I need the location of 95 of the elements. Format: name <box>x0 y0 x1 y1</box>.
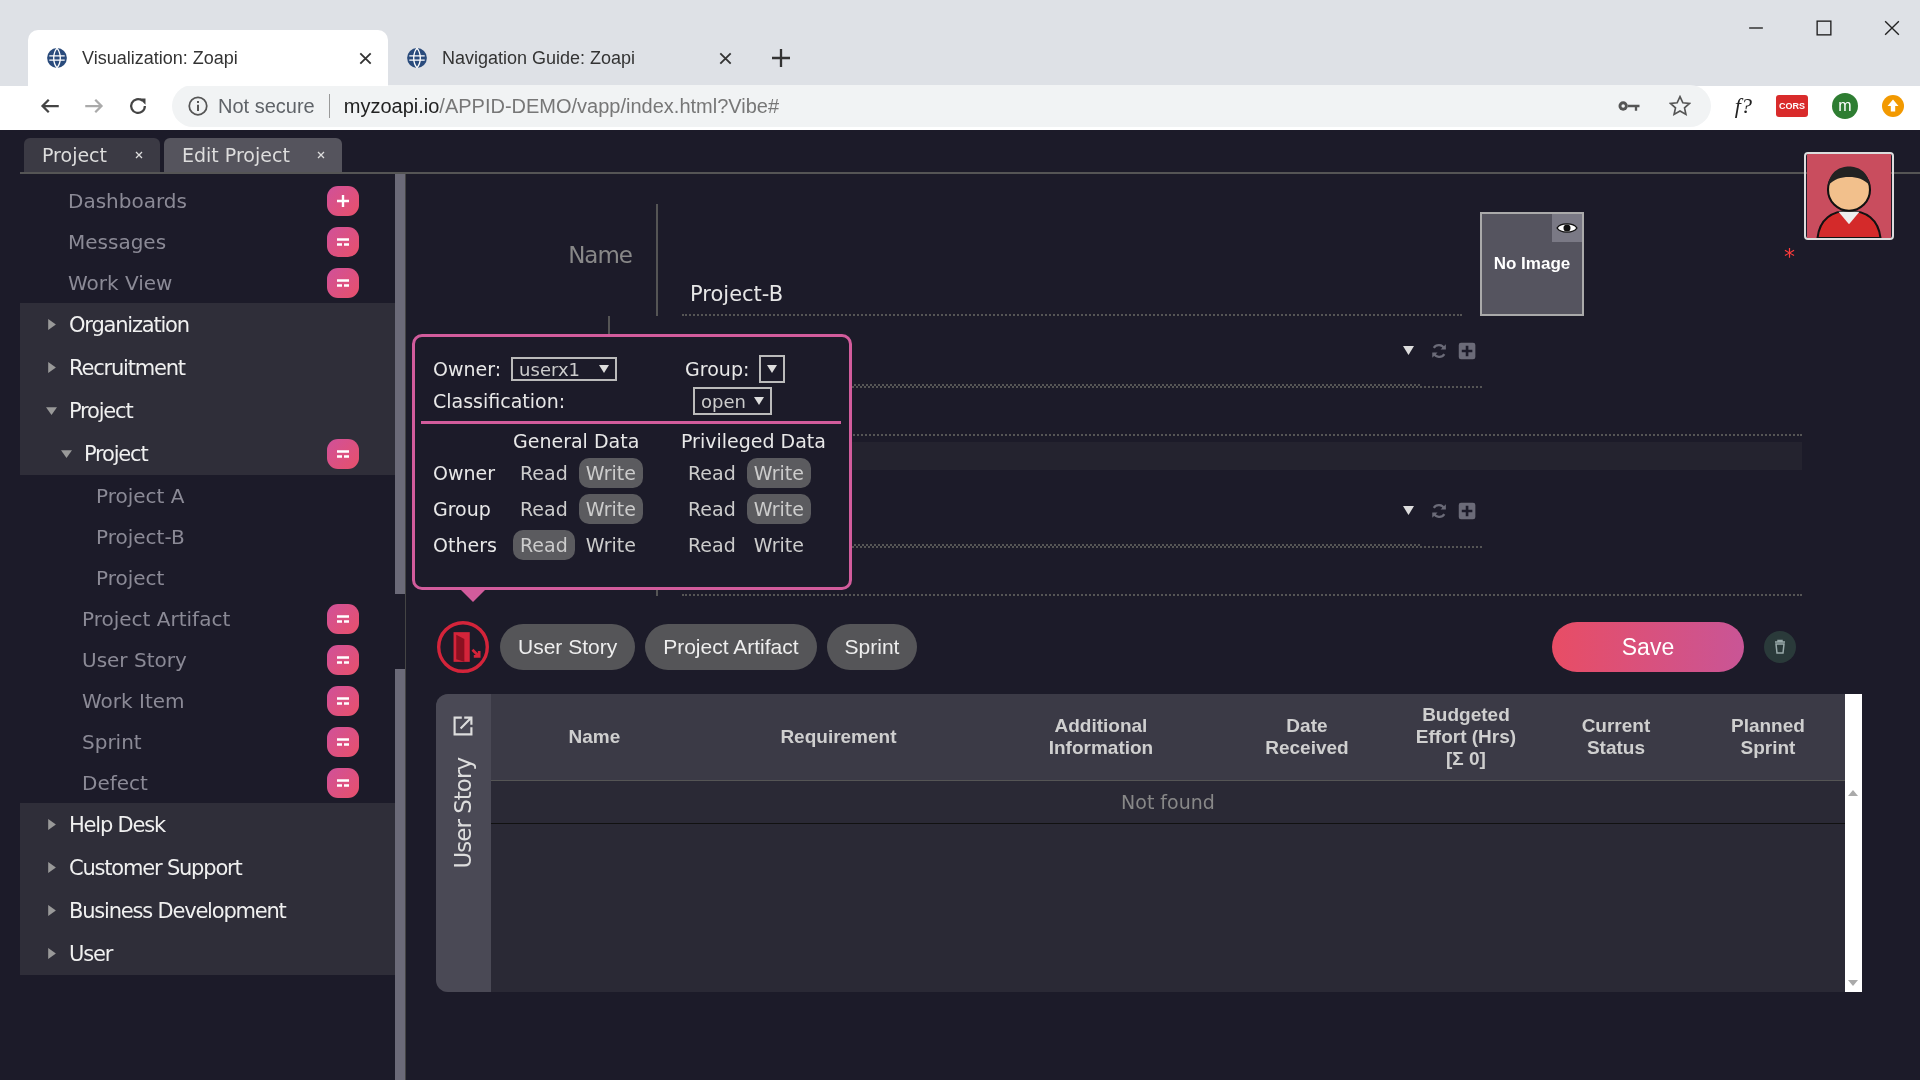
dropdown-arrow-icon <box>1402 345 1414 355</box>
panel-title: User Story <box>450 758 477 869</box>
caret-down-icon <box>61 448 72 459</box>
name-field[interactable]: Project-B <box>682 204 1462 316</box>
dropdown-arrow-icon <box>767 365 778 373</box>
permission-toggle[interactable]: Write <box>578 530 643 560</box>
caret-right-icon <box>46 862 57 873</box>
permission-toggle[interactable]: Write <box>578 494 643 524</box>
profile-avatar[interactable]: m <box>1832 93 1858 119</box>
owner-select[interactable]: userx1 <box>511 357 618 381</box>
eye-icon[interactable] <box>1552 214 1582 242</box>
permission-toggle[interactable]: Read <box>513 530 575 560</box>
sidebar-item[interactable]: Customer Support <box>20 846 395 889</box>
group-select[interactable] <box>759 355 786 383</box>
globe-icon <box>46 47 68 69</box>
caret-right-icon <box>46 319 57 330</box>
empty-message: Not found <box>490 781 1845 824</box>
permission-toggle[interactable]: Write <box>746 530 811 560</box>
sidebar-item[interactable]: Recruitment <box>20 346 395 389</box>
permission-toggle[interactable]: Write <box>746 458 811 488</box>
menu-button[interactable] <box>327 226 359 257</box>
page-tab[interactable]: Edit Project <box>164 138 342 172</box>
caret-down-icon <box>46 405 57 416</box>
permission-toggle[interactable]: Read <box>513 494 575 524</box>
info-icon <box>188 96 208 116</box>
add-button[interactable] <box>327 185 359 216</box>
menu-button[interactable] <box>327 685 359 716</box>
column-header[interactable]: Budgeted Effort (Hrs) [Σ 0] <box>1390 704 1541 770</box>
user-avatar[interactable] <box>1804 152 1894 240</box>
column-header[interactable]: Requirement <box>697 726 979 748</box>
scrollbar[interactable] <box>395 174 405 1080</box>
extension-button[interactable]: CORS <box>1776 95 1808 117</box>
star-icon[interactable] <box>1668 95 1691 117</box>
permission-toggle[interactable]: Write <box>578 458 643 488</box>
group-label: Group: <box>685 358 750 380</box>
close-icon[interactable] <box>359 51 372 65</box>
column-header[interactable]: Planned Sprint <box>1690 715 1845 759</box>
sidebar-item[interactable]: Organization <box>20 303 395 346</box>
delete-icon[interactable] <box>1764 631 1796 663</box>
address-bar[interactable]: Not secure myzoapi.io/APPID-DEMO/vapp/index.html?Vibe# <box>172 85 1711 127</box>
sidebar-item[interactable]: Project <box>20 432 395 475</box>
page-tab[interactable]: Project <box>24 138 160 172</box>
role-label: Others <box>433 534 498 556</box>
menu-button[interactable] <box>327 267 359 298</box>
sidebar-item[interactable]: Help Desk <box>20 803 395 846</box>
menu-button[interactable] <box>327 603 359 634</box>
back-icon[interactable] <box>40 96 60 116</box>
menu-button[interactable] <box>327 767 359 798</box>
caret-right-icon <box>46 819 57 830</box>
close-icon[interactable] <box>1884 20 1900 36</box>
menu-button[interactable] <box>327 726 359 757</box>
extension-button[interactable]: f? <box>1734 93 1752 119</box>
caret-right-icon <box>46 948 57 959</box>
permission-toggle[interactable]: Read <box>681 530 743 560</box>
browser-tab[interactable]: Navigation Guide: Zoapi <box>388 30 748 86</box>
column-header: General Data <box>513 430 641 452</box>
maximize-icon[interactable] <box>1816 20 1832 36</box>
permission-toggle[interactable]: Read <box>513 458 575 488</box>
column-header[interactable]: Date Received <box>1222 715 1391 759</box>
column-header: Privileged Data <box>681 430 827 452</box>
caret-right-icon <box>46 905 57 916</box>
classification-label: Classification: <box>433 390 567 412</box>
sidebar-item[interactable]: Business Development <box>20 889 395 932</box>
globe-icon <box>406 47 428 69</box>
related-tab[interactable]: User Story <box>500 624 636 670</box>
menu-button[interactable] <box>327 644 359 675</box>
permission-toggle[interactable]: Read <box>681 494 743 524</box>
dropdown-arrow-icon <box>753 397 764 405</box>
dropdown-arrow-icon <box>1402 505 1414 515</box>
close-icon[interactable] <box>719 51 732 65</box>
image-placeholder[interactable]: No Image <box>1480 212 1584 316</box>
related-tab[interactable]: Project Artifact <box>645 624 817 670</box>
dropdown-arrow-icon <box>599 365 610 373</box>
caret-right-icon <box>46 362 57 373</box>
column-header[interactable]: Additional Information <box>978 715 1223 759</box>
save-button[interactable]: Save <box>1552 622 1744 672</box>
key-icon[interactable] <box>1616 99 1641 113</box>
permission-toggle[interactable]: Write <box>746 494 811 524</box>
field-label: Name <box>436 204 658 316</box>
owner-label: Owner: <box>433 358 502 380</box>
reload-icon[interactable] <box>128 96 148 116</box>
exit-door-icon[interactable] <box>436 620 490 674</box>
sidebar-item[interactable]: Project <box>20 389 395 432</box>
role-label: Owner <box>433 462 497 484</box>
required-mark: * <box>1784 244 1795 271</box>
browser-tab[interactable]: Visualization: Zoapi <box>28 30 388 86</box>
permission-toggle[interactable]: Read <box>681 458 743 488</box>
related-tab[interactable]: Sprint <box>826 624 918 670</box>
menu-button[interactable] <box>327 438 359 469</box>
column-header[interactable]: Name <box>490 726 698 748</box>
role-label: Group <box>433 498 492 520</box>
classification-select[interactable]: open <box>693 387 772 415</box>
sidebar-item[interactable]: User <box>20 932 395 975</box>
plus-icon[interactable] <box>772 49 790 67</box>
column-header[interactable]: Current Status <box>1540 715 1691 759</box>
